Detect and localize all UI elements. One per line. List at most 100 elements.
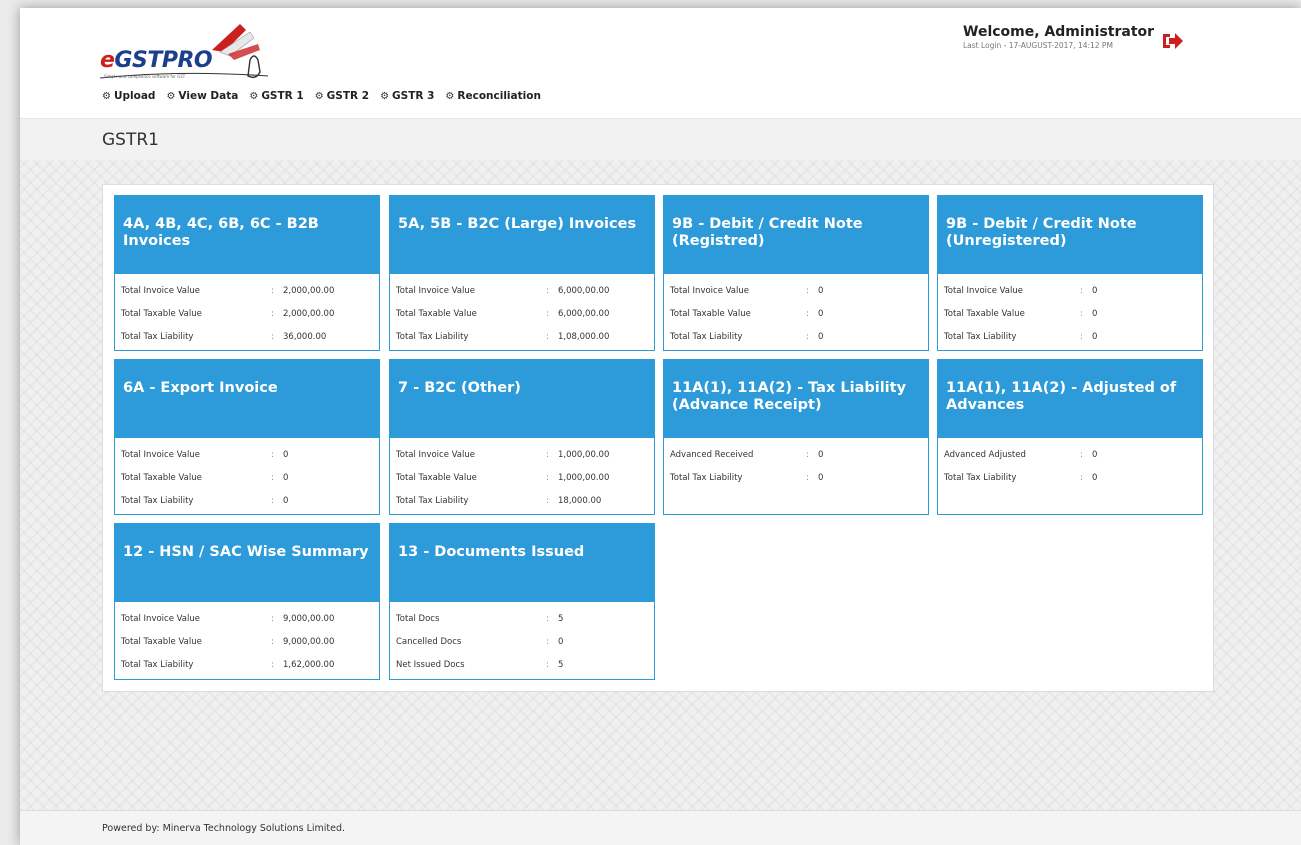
card-export-invoice[interactable]: 6A - Export Invoice Total Invoice Value:…	[114, 359, 380, 515]
card-b2c-other[interactable]: 7 - B2C (Other) Total Invoice Value:1,00…	[389, 359, 655, 515]
app-page: eGSTPRO Simple and compliance software f…	[20, 8, 1301, 845]
row-value: 0	[283, 472, 289, 483]
row-value: 0	[1092, 285, 1098, 296]
row-value: 18,000.00	[558, 495, 602, 506]
card-title: 7 - B2C (Other)	[390, 360, 654, 438]
page-title: GSTR1	[102, 130, 159, 150]
card-b2b-invoices[interactable]: 4A, 4B, 4C, 6B, 6C - B2B Invoices Total …	[114, 195, 380, 351]
nav-label: GSTR 2	[326, 90, 370, 102]
row-value: 2,000,00.00	[283, 308, 335, 319]
row-value: 36,000.00	[283, 331, 327, 342]
card-row: Total Invoice Value:0	[121, 443, 373, 466]
nav-gstr2[interactable]: ⚙ GSTR 2	[315, 90, 369, 102]
row-value: 0	[818, 472, 824, 483]
row-value: 5	[558, 659, 564, 670]
card-row: Cancelled Docs:0	[396, 630, 648, 653]
row-label: Total Tax Liability	[670, 472, 743, 483]
row-label: Total Taxable Value	[121, 472, 202, 483]
card-row: Total Taxable Value:0	[670, 302, 922, 325]
card-row: Total Tax Liability:0	[944, 325, 1196, 348]
row-label: Total Taxable Value	[121, 636, 202, 647]
nav-label: GSTR 1	[261, 90, 304, 102]
card-row: Total Invoice Value:2,000,00.00	[121, 279, 373, 302]
title-bar: GSTR1	[20, 118, 1301, 161]
card-row: Total Tax Liability:0	[670, 466, 922, 489]
nav-gstr3[interactable]: ⚙ GSTR 3	[380, 90, 434, 102]
card-row: Advanced Received:0	[670, 443, 922, 466]
row-label: Total Taxable Value	[944, 308, 1025, 319]
egstpro-logo[interactable]: eGSTPRO Simple and compliance software f…	[100, 20, 300, 82]
footer: Powered by: Minerva Technology Solutions…	[20, 810, 1301, 845]
row-label: Total Invoice Value	[121, 613, 200, 624]
card-row: Total Taxable Value:9,000,00.00	[121, 630, 373, 653]
card-row: Total Taxable Value:0	[944, 302, 1196, 325]
card-title: 13 - Documents Issued	[390, 524, 654, 602]
nav-label: Reconciliation	[457, 90, 541, 102]
row-value: 2,000,00.00	[283, 285, 335, 296]
row-value: 6,000,00.00	[558, 285, 610, 296]
top-bar: eGSTPRO Simple and compliance software f…	[20, 8, 1301, 118]
card-documents-issued[interactable]: 13 - Documents Issued Total Docs:5 Cance…	[389, 523, 655, 680]
card-row: Total Docs:5	[396, 607, 648, 630]
summary-panel: 4A, 4B, 4C, 6B, 6C - B2B Invoices Total …	[102, 184, 1214, 692]
card-row: Total Invoice Value:1,000,00.00	[396, 443, 648, 466]
card-b2c-large[interactable]: 5A, 5B - B2C (Large) Invoices Total Invo…	[389, 195, 655, 351]
row-label: Advanced Received	[670, 449, 754, 460]
footer-text: Powered by: Minerva Technology Solutions…	[102, 823, 346, 834]
row-label: Advanced Adjusted	[944, 449, 1026, 460]
card-row: Advanced Adjusted:0	[944, 443, 1196, 466]
nav-label: View Data	[178, 90, 239, 102]
row-label: Cancelled Docs	[396, 636, 462, 647]
row-value: 5	[558, 613, 564, 624]
row-label: Total Invoice Value	[396, 449, 475, 460]
gear-icon: ⚙	[102, 90, 111, 102]
row-label: Total Tax Liability	[396, 495, 469, 506]
row-label: Total Tax Liability	[670, 331, 743, 342]
row-value: 9,000,00.00	[283, 636, 335, 647]
card-debit-credit-unregistered[interactable]: 9B - Debit / Credit Note (Unregistered) …	[937, 195, 1203, 351]
card-row: Total Invoice Value:6,000,00.00	[396, 279, 648, 302]
card-title: 9B - Debit / Credit Note (Registred)	[664, 196, 928, 274]
gear-icon: ⚙	[314, 90, 324, 102]
card-row: Total Tax Liability:18,000.00	[396, 489, 648, 512]
row-value: 0	[1092, 472, 1098, 483]
card-tax-liability-advance[interactable]: 11A(1), 11A(2) - Tax Liability (Advance …	[663, 359, 929, 515]
card-row: Total Taxable Value:0	[121, 466, 373, 489]
row-value: 0	[283, 449, 289, 460]
logout-icon[interactable]	[1161, 31, 1183, 51]
nav-upload[interactable]: ⚙ Upload	[102, 90, 155, 102]
row-value: 0	[818, 331, 824, 342]
gear-icon: ⚙	[445, 90, 455, 102]
row-label: Net Issued Docs	[396, 659, 465, 670]
gear-icon: ⚙	[166, 90, 176, 102]
card-debit-credit-registered[interactable]: 9B - Debit / Credit Note (Registred) Tot…	[663, 195, 929, 351]
card-row: Net Issued Docs:5	[396, 653, 648, 676]
nav-reconciliation[interactable]: ⚙ Reconciliation	[445, 90, 541, 102]
row-label: Total Tax Liability	[396, 331, 469, 342]
row-value: 1,08,000.00	[558, 331, 610, 342]
card-title: 11A(1), 11A(2) - Tax Liability (Advance …	[664, 360, 928, 438]
nav-view-data[interactable]: ⚙ View Data	[166, 90, 238, 102]
row-label: Total Invoice Value	[670, 285, 749, 296]
nav-label: GSTR 3	[392, 90, 435, 102]
row-label: Total Invoice Value	[396, 285, 475, 296]
card-adjusted-advances[interactable]: 11A(1), 11A(2) - Adjusted of Advances Ad…	[937, 359, 1203, 515]
card-row: Total Invoice Value:9,000,00.00	[121, 607, 373, 630]
row-value: 0	[1092, 449, 1098, 460]
row-value: 0	[818, 308, 824, 319]
last-login-text: Last Login - 17-AUGUST-2017, 14:12 PM	[963, 41, 1113, 50]
logo-tagline: Simple and compliance software for GST	[104, 74, 186, 79]
card-title: 5A, 5B - B2C (Large) Invoices	[390, 196, 654, 274]
row-value: 1,62,000.00	[283, 659, 335, 670]
card-row: Total Tax Liability:36,000.00	[121, 325, 373, 348]
row-label: Total Taxable Value	[670, 308, 751, 319]
card-hsn-sac-summary[interactable]: 12 - HSN / SAC Wise Summary Total Invoic…	[114, 523, 380, 680]
row-value: 6,000,00.00	[558, 308, 610, 319]
card-title: 11A(1), 11A(2) - Adjusted of Advances	[938, 360, 1202, 438]
row-label: Total Taxable Value	[396, 308, 477, 319]
card-title: 4A, 4B, 4C, 6B, 6C - B2B Invoices	[115, 196, 379, 274]
row-label: Total Tax Liability	[121, 659, 194, 670]
nav-gstr1[interactable]: ⚙ GSTR 1	[249, 90, 303, 102]
row-label: Total Taxable Value	[121, 308, 202, 319]
card-row: Total Tax Liability:1,62,000.00	[121, 653, 373, 676]
